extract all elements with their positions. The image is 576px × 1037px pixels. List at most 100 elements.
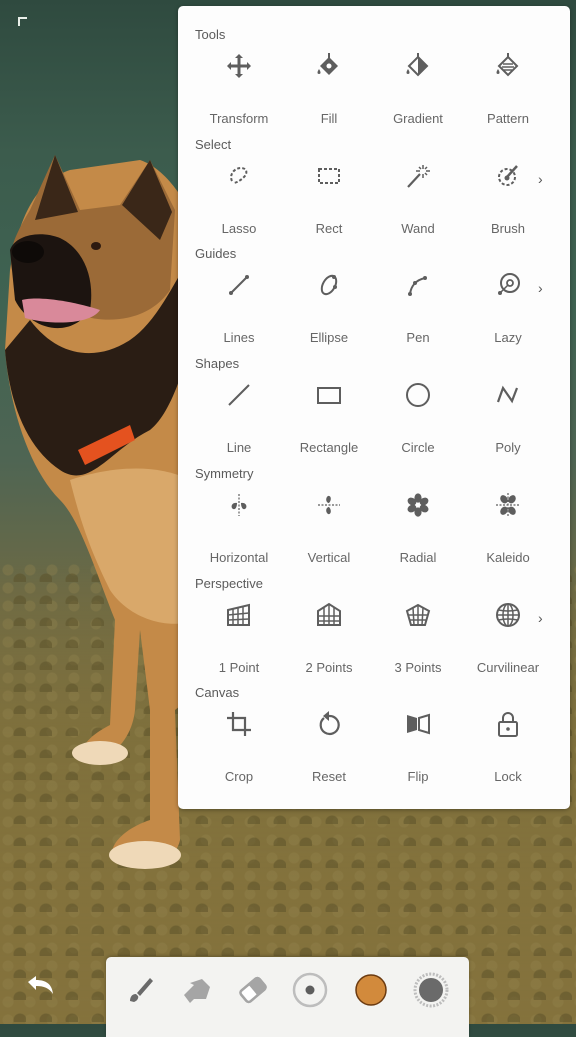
dog-front-paw-right <box>109 841 181 869</box>
tool-label: Lock <box>494 769 522 785</box>
smudge-icon[interactable] <box>176 969 218 1011</box>
tool-label: Flip <box>407 769 429 785</box>
section-tools: Tools Transform Fill Gradient Pattern <box>178 27 570 137</box>
tool-label: Transform <box>209 111 269 126</box>
tool-label: Line <box>226 440 252 456</box>
tool-label: Gradient <box>393 111 443 126</box>
tool-label: Fill <box>320 111 338 126</box>
tool-pen[interactable]: Pen <box>373 260 463 356</box>
brush-icon[interactable] <box>120 969 162 1011</box>
more-chevron-icon[interactable]: › <box>538 171 550 187</box>
pattern-bucket-icon <box>496 53 519 77</box>
tool-1-point[interactable]: 1 Point <box>194 590 284 686</box>
tool-2-points[interactable]: 2 Points <box>284 590 374 686</box>
tool-label: Radial <box>399 549 437 565</box>
tool-label: Vertical <box>307 549 351 565</box>
tool-lasso[interactable]: Lasso <box>194 151 284 247</box>
tool-horizontal[interactable]: Horizontal <box>194 480 284 576</box>
line-shape-icon <box>228 384 250 406</box>
crop-icon <box>227 712 251 737</box>
curvilinear-perspective-icon <box>496 602 520 627</box>
tool-lines[interactable]: Lines <box>194 260 284 356</box>
flip-icon <box>407 713 430 735</box>
tool-kaleido[interactable]: Kaleido <box>463 480 553 576</box>
tool-lazy[interactable]: Lazy <box>463 260 553 356</box>
brush-select-icon <box>498 164 518 186</box>
rectangle-shape-icon <box>317 387 341 405</box>
section-title: Shapes <box>195 356 240 372</box>
tool-ellipse[interactable]: Ellipse <box>284 260 374 356</box>
tool-flip[interactable]: Flip <box>373 699 463 795</box>
tool-label: Reset <box>312 769 346 785</box>
brush-size-icon[interactable] <box>289 969 331 1011</box>
radial-symmetry-icon <box>407 493 429 517</box>
dog-front-paw-left <box>72 741 128 765</box>
tools-panel: Tools Transform Fill Gradient Pattern Select L… <box>178 6 570 809</box>
tool-rect[interactable]: Rect <box>284 151 374 247</box>
tool-radial[interactable]: Radial <box>373 480 463 576</box>
eraser-icon[interactable] <box>232 969 274 1011</box>
tool-label: 3 Points <box>394 659 442 675</box>
tool-line[interactable]: Line <box>194 370 284 466</box>
section-select: Select Lasso Rect Wand Brush › <box>178 137 570 247</box>
tool-label: Lasso <box>221 220 257 236</box>
bottom-toolbar <box>106 957 469 1037</box>
tool-fill[interactable]: Fill <box>284 41 374 137</box>
lazy-guide-icon <box>498 273 520 296</box>
color-swatch[interactable] <box>350 969 392 1011</box>
horizontal-symmetry-icon <box>231 493 247 516</box>
tool-label: Wand <box>401 220 435 236</box>
tool-label: Brush <box>491 220 525 236</box>
tool-rectangle[interactable]: Rectangle <box>284 370 374 466</box>
ellipse-guide-icon <box>320 275 338 296</box>
canvas-artwork-dog[interactable] <box>0 150 200 880</box>
layers-icon[interactable] <box>410 969 452 1011</box>
vertical-symmetry-icon <box>318 495 340 514</box>
kaleido-symmetry-icon <box>496 492 520 517</box>
section-title: Symmetry <box>195 465 254 481</box>
tool-3-points[interactable]: 3 Points <box>373 590 463 686</box>
tool-pattern[interactable]: Pattern <box>463 41 553 137</box>
two-point-perspective-icon <box>317 602 341 626</box>
section-title: Guides <box>195 246 237 262</box>
tool-circle[interactable]: Circle <box>373 370 463 466</box>
rect-select-icon <box>318 167 340 184</box>
magic-wand-icon <box>407 164 430 188</box>
tool-transform[interactable]: Transform <box>194 41 284 137</box>
more-chevron-icon[interactable]: › <box>538 280 550 296</box>
tool-label: Pen <box>406 330 430 346</box>
tool-label: Crop <box>224 769 254 785</box>
tool-label: Lazy <box>494 330 522 346</box>
more-chevron-icon[interactable]: › <box>538 610 550 626</box>
tool-brush[interactable]: Brush <box>463 151 553 247</box>
undo-icon[interactable] <box>22 972 56 1000</box>
section-canvas: Canvas Crop Reset Flip Lock <box>178 685 570 795</box>
pen-guide-icon <box>408 276 427 297</box>
tool-label: Curvilinear <box>476 659 540 675</box>
tool-label: Horizontal <box>209 549 269 565</box>
tool-lock[interactable]: Lock <box>463 699 553 795</box>
lasso-select-icon <box>230 166 248 184</box>
tool-label: Poly <box>495 440 521 456</box>
tool-crop[interactable]: Crop <box>194 699 284 795</box>
tool-poly[interactable]: Poly <box>463 370 553 466</box>
tool-label: 1 Point <box>218 659 260 675</box>
circle-shape-icon <box>406 383 430 408</box>
section-title: Perspective <box>195 575 263 591</box>
tool-reset[interactable]: Reset <box>284 699 374 795</box>
section-title: Canvas <box>195 685 240 701</box>
gradient-bucket-icon <box>406 53 429 77</box>
tool-label: Rect <box>315 220 343 236</box>
tool-curvilinear[interactable]: Curvilinear <box>463 590 553 686</box>
tool-vertical[interactable]: Vertical <box>284 480 374 576</box>
section-guides: Guides Lines Ellipse Pen Lazy › <box>178 246 570 356</box>
tool-gradient[interactable]: Gradient <box>373 41 463 137</box>
section-shapes: Shapes Line Rectangle Circle Poly <box>178 356 570 466</box>
tool-wand[interactable]: Wand <box>373 151 463 247</box>
section-perspective: Perspective 1 Point 2 Points 3 Points Curvil… <box>178 576 570 686</box>
transform-icon <box>227 54 251 78</box>
lock-icon <box>498 712 518 738</box>
canvas-corner-marker <box>18 17 27 26</box>
reset-icon <box>319 711 340 736</box>
section-title: Select <box>195 136 232 152</box>
